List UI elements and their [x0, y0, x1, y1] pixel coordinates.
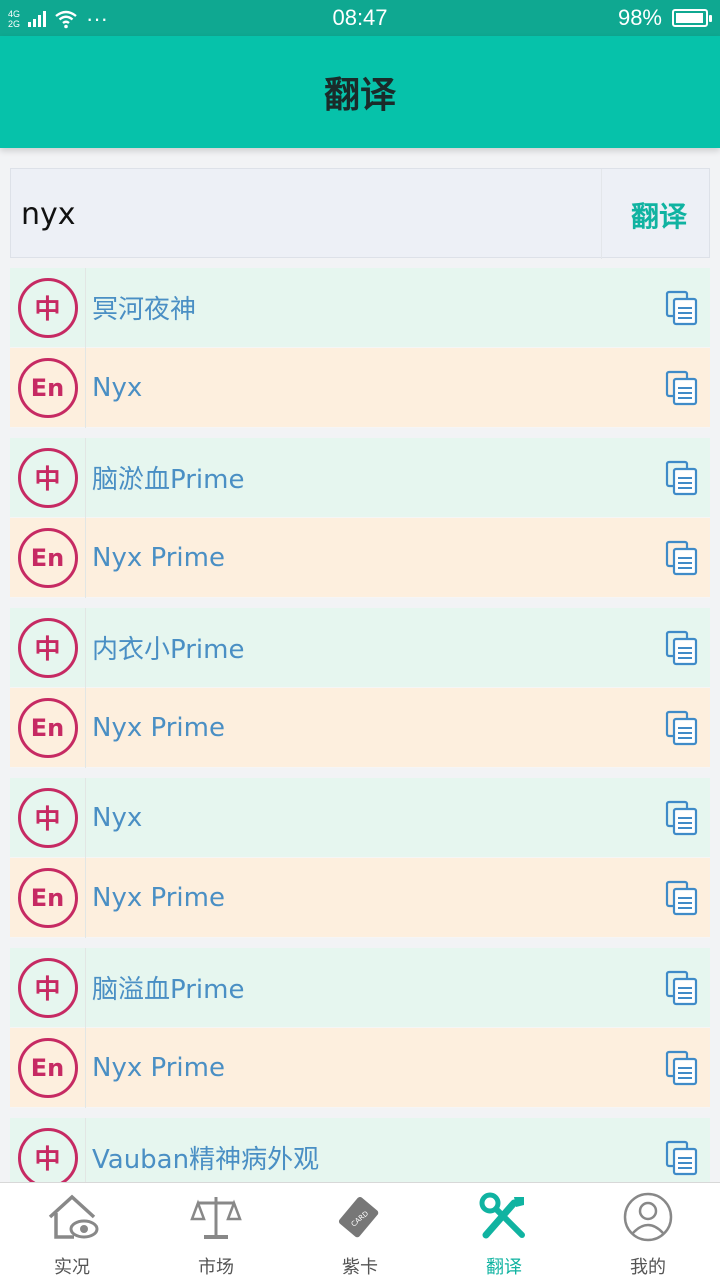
- chinese-text: 内衣小Prime: [92, 635, 245, 665]
- result-item: 中冥河夜神 En Nyx: [10, 268, 710, 428]
- copy-icon[interactable]: [664, 1140, 700, 1176]
- english-badge-icon: En: [17, 527, 78, 588]
- results-list[interactable]: 中冥河夜神 En Nyx 中脑淤血Prime En Nyx Prime 中内衣小Prime E…: [10, 268, 710, 1182]
- copy-icon[interactable]: [664, 540, 700, 576]
- english-text: Nyx Prime: [92, 712, 225, 743]
- badge-cell: En: [10, 857, 86, 938]
- badge-cell: En: [10, 1027, 86, 1108]
- result-item: 中 Vauban精神病外观: [10, 1117, 710, 1182]
- badge-cell: En: [10, 347, 86, 428]
- nav-item-4[interactable]: 我的: [576, 1183, 720, 1280]
- badge-cell: 中: [10, 1117, 86, 1182]
- nav-item-1[interactable]: 市场: [144, 1183, 288, 1280]
- copy-icon[interactable]: [664, 880, 700, 916]
- scale-icon: [188, 1191, 244, 1247]
- chinese-badge-icon: 中: [17, 617, 78, 678]
- app-header: 翻译: [0, 36, 720, 148]
- english-row[interactable]: En Nyx Prime: [10, 517, 710, 598]
- english-text: Nyx Prime: [92, 1052, 225, 1083]
- nav-label: 翻译: [486, 1257, 522, 1278]
- chinese-badge-icon: 中: [17, 957, 78, 1018]
- copy-icon[interactable]: [664, 370, 700, 406]
- chinese-row[interactable]: 中 Vauban精神病外观: [10, 1117, 710, 1182]
- copy-icon[interactable]: [664, 630, 700, 666]
- chinese-row[interactable]: 中脑淤血Prime: [10, 437, 710, 518]
- english-row[interactable]: En Nyx Prime: [10, 687, 710, 768]
- status-bar: 4G 2G ··· 08:47 98%: [0, 0, 720, 36]
- result-item: 中脑溢血Prime En Nyx Prime: [10, 947, 710, 1108]
- nav-item-0[interactable]: 实况: [0, 1183, 144, 1280]
- search-input[interactable]: nyx: [21, 197, 76, 232]
- copy-icon[interactable]: [664, 800, 700, 836]
- result-item: 中 Nyx En Nyx Prime: [10, 777, 710, 938]
- page-title: 翻译: [323, 75, 396, 116]
- chinese-badge-icon: 中: [17, 1127, 78, 1182]
- badge-cell: 中: [10, 268, 86, 348]
- chinese-row[interactable]: 中脑溢血Prime: [10, 947, 710, 1028]
- nav-label: 实况: [54, 1257, 90, 1278]
- clock: 08:47: [332, 5, 388, 30]
- chinese-text: Vauban精神病外观: [92, 1145, 320, 1175]
- translate-button[interactable]: 翻译: [631, 195, 687, 235]
- english-text: Nyx Prime: [92, 882, 225, 913]
- chinese-row[interactable]: 中 Nyx: [10, 777, 710, 858]
- nav-item-3[interactable]: 翻译: [432, 1183, 576, 1280]
- badge-cell: 中: [10, 947, 86, 1028]
- chinese-text: 脑淤血Prime: [92, 465, 245, 495]
- english-badge-icon: En: [17, 867, 78, 928]
- english-text: Nyx: [92, 372, 143, 403]
- copy-icon[interactable]: [664, 970, 700, 1006]
- badge-cell: 中: [10, 607, 86, 688]
- english-text: Nyx Prime: [92, 542, 225, 573]
- chinese-badge-icon: 中: [17, 447, 78, 508]
- english-badge-icon: En: [17, 697, 78, 758]
- search-divider: [601, 169, 602, 259]
- nav-label: 紫卡: [342, 1257, 378, 1278]
- copy-icon[interactable]: [664, 710, 700, 746]
- nav-label: 市场: [198, 1257, 234, 1278]
- chinese-text: 脑溢血Prime: [92, 975, 245, 1005]
- bottom-nav: 实况 市场 CARD 紫卡 翻译 我的: [0, 1182, 720, 1280]
- english-row[interactable]: En Nyx Prime: [10, 857, 710, 938]
- badge-cell: En: [10, 687, 86, 768]
- english-badge-icon: En: [17, 1037, 78, 1098]
- card-icon: CARD: [332, 1191, 388, 1247]
- copy-icon[interactable]: [664, 290, 700, 326]
- chinese-badge-icon: 中: [17, 277, 78, 338]
- copy-icon[interactable]: [664, 460, 700, 496]
- copy-icon[interactable]: [664, 1050, 700, 1086]
- english-row[interactable]: En Nyx Prime: [10, 1027, 710, 1108]
- english-badge-icon: En: [17, 357, 78, 418]
- nav-item-2[interactable]: CARD 紫卡: [288, 1183, 432, 1280]
- result-item: 中内衣小Prime En Nyx Prime: [10, 607, 710, 768]
- chinese-row[interactable]: 中冥河夜神: [10, 268, 710, 348]
- nav-label: 我的: [630, 1257, 666, 1278]
- user-icon: [620, 1191, 676, 1247]
- home-eye-icon: [44, 1191, 100, 1247]
- search-bar: nyx 翻译: [10, 168, 710, 259]
- chinese-text: 冥河夜神: [92, 295, 197, 325]
- chinese-row[interactable]: 中内衣小Prime: [10, 607, 710, 688]
- chinese-text: Nyx: [92, 802, 143, 833]
- battery-percent: 98%: [617, 5, 662, 30]
- battery-icon: [672, 9, 712, 27]
- badge-cell: En: [10, 517, 86, 598]
- result-item: 中脑淤血Prime En Nyx Prime: [10, 437, 710, 598]
- english-row[interactable]: En Nyx: [10, 347, 710, 428]
- badge-cell: 中: [10, 437, 86, 518]
- tools-icon: [476, 1191, 532, 1247]
- badge-cell: 中: [10, 777, 86, 858]
- chinese-badge-icon: 中: [17, 787, 78, 848]
